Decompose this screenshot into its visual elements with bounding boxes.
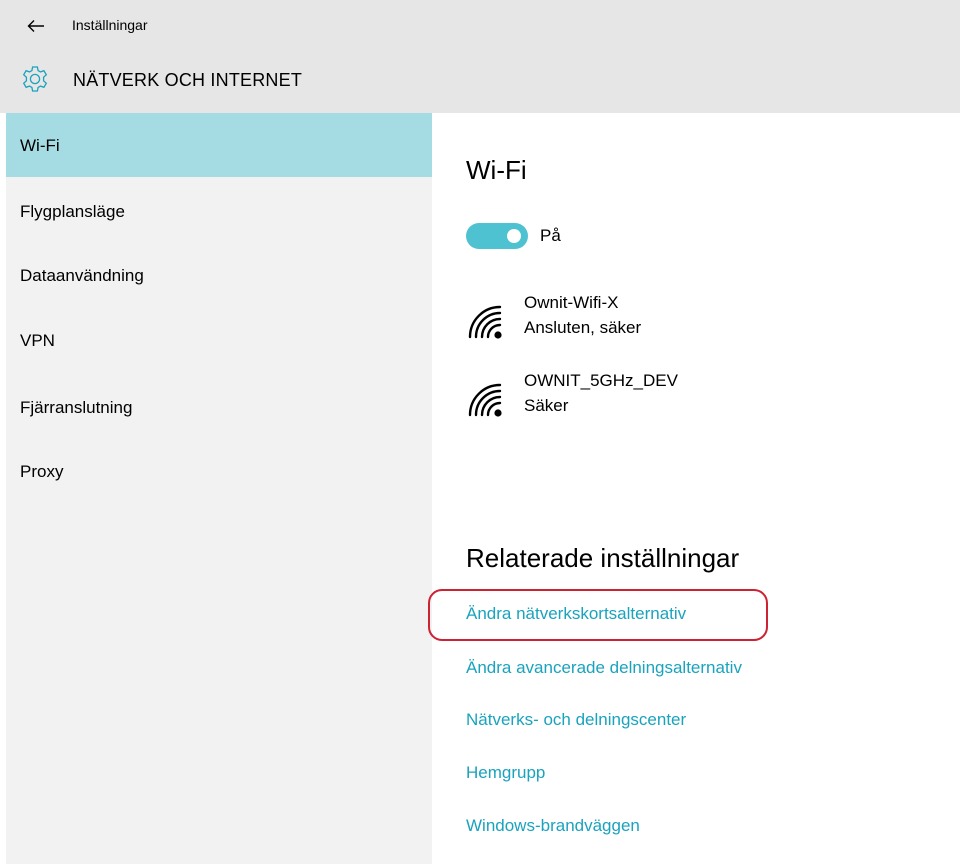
gear-icon bbox=[22, 66, 48, 92]
arrow-left-icon bbox=[27, 20, 44, 32]
sidebar-item-label: Flygplansläge bbox=[20, 202, 125, 221]
toggle-knob bbox=[507, 229, 521, 243]
link-homegroup[interactable]: Hemgrupp bbox=[466, 763, 545, 783]
wifi-signal-icon bbox=[468, 305, 502, 339]
link-advanced-sharing-options[interactable]: Ändra avancerade delningsalternativ bbox=[466, 658, 742, 678]
window-title: Inställningar bbox=[72, 17, 148, 33]
wifi-toggle-label: På bbox=[540, 226, 561, 245]
network-status: Säker bbox=[524, 396, 569, 415]
related-settings-title: Relaterade inställningar bbox=[466, 543, 740, 573]
network-name: OWNIT_5GHz_DEV bbox=[524, 371, 678, 390]
sidebar-item-label: Fjärranslutning bbox=[20, 398, 133, 417]
wifi-signal-icon bbox=[468, 383, 502, 417]
sidebar-item-label: Proxy bbox=[20, 462, 64, 481]
sidebar-item-fjarranslutning[interactable]: Fjärranslutning bbox=[6, 375, 432, 439]
sidebar-item-label: Wi-Fi bbox=[20, 136, 60, 155]
sidebar: Wi-Fi Flygplansläge Dataanvändning VPN F… bbox=[6, 113, 432, 864]
sidebar-item-proxy[interactable]: Proxy bbox=[6, 439, 432, 503]
network-item[interactable]: OWNIT_5GHz_DEV Säker bbox=[466, 371, 906, 435]
title-bar: Inställningar bbox=[0, 0, 960, 50]
sidebar-item-vpn[interactable]: VPN bbox=[6, 308, 432, 372]
page-title: NÄTVERK OCH INTERNET bbox=[73, 70, 303, 90]
main-content: Wi-Fi På Ownit-Wifi-X Ansluten, säker OW… bbox=[432, 113, 960, 864]
page-header: NÄTVERK OCH INTERNET bbox=[0, 50, 960, 113]
sidebar-item-flygplanslage[interactable]: Flygplansläge bbox=[6, 179, 432, 243]
sidebar-item-label: Dataanvändning bbox=[20, 266, 144, 285]
network-status: Ansluten, säker bbox=[524, 318, 642, 337]
link-windows-firewall[interactable]: Windows-brandväggen bbox=[466, 816, 640, 836]
link-network-adapter-options[interactable]: Ändra nätverkskortsalternativ bbox=[466, 604, 686, 624]
link-network-sharing-center[interactable]: Nätverks- och delningscenter bbox=[466, 710, 686, 730]
network-item[interactable]: Ownit-Wifi-X Ansluten, säker bbox=[466, 293, 906, 357]
back-button[interactable] bbox=[22, 12, 50, 40]
sidebar-item-wifi[interactable]: Wi-Fi bbox=[6, 113, 432, 177]
network-name: Ownit-Wifi-X bbox=[524, 293, 619, 312]
wifi-section-title: Wi-Fi bbox=[466, 155, 527, 185]
sidebar-item-dataanvandning[interactable]: Dataanvändning bbox=[6, 243, 432, 307]
sidebar-item-label: VPN bbox=[20, 331, 55, 350]
wifi-toggle[interactable] bbox=[466, 223, 528, 249]
